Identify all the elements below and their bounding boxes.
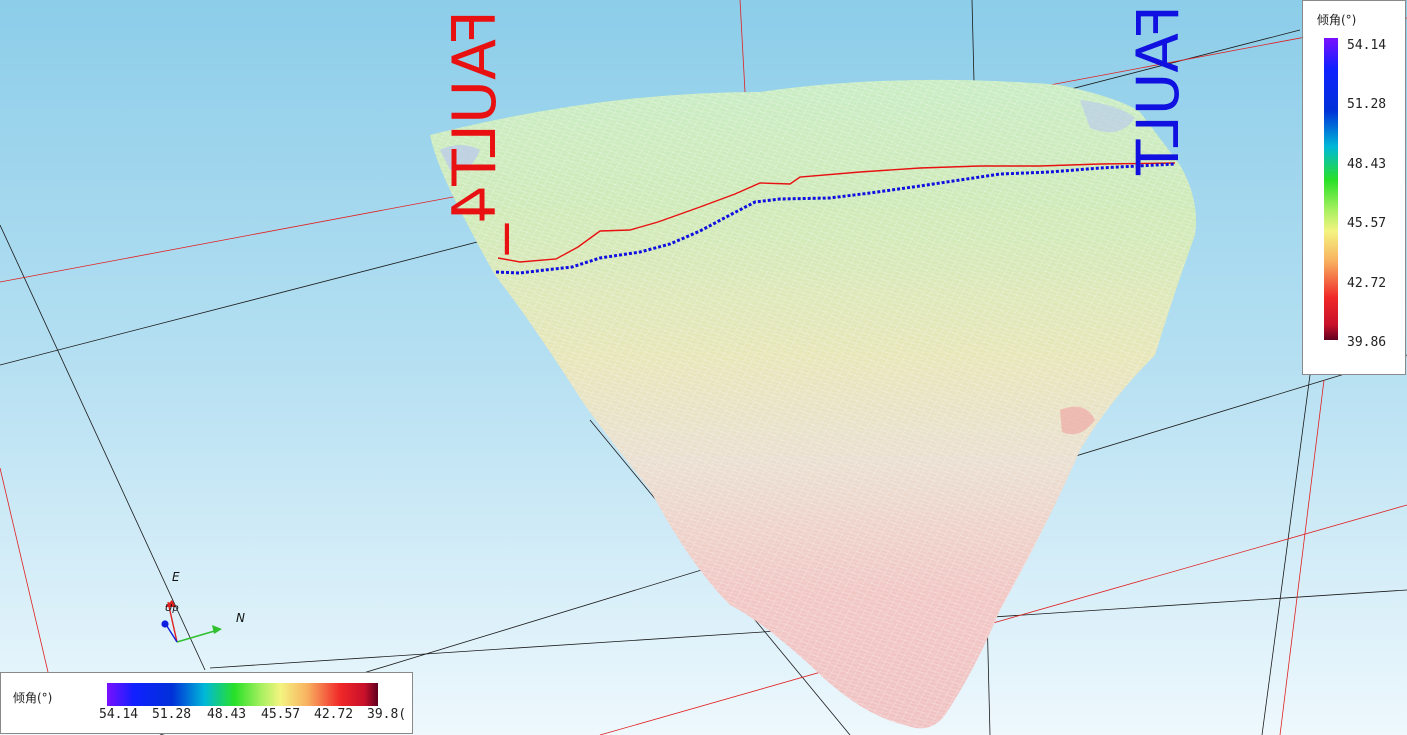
east-axis-label: E [172, 570, 180, 584]
legend-tick: 42.72 [1347, 276, 1387, 291]
legend-title: 倾角(°) [13, 691, 53, 705]
color-legend-vertical[interactable]: 倾角(°) 54.14 51.28 48.43 45.57 42.72 39.8… [1302, 0, 1406, 375]
legend-tick: 54.14 [1347, 38, 1387, 53]
legend-title: 倾角(°) [1317, 13, 1357, 27]
legend-tick: 45.57 [1347, 216, 1387, 231]
legend-tick: 48.43 [1347, 157, 1387, 172]
legend-tick: 39.86 [1347, 335, 1387, 350]
legend-tick: 45.57 [261, 707, 301, 722]
legend-tick: 51.28 [152, 707, 192, 722]
fault-surface[interactable] [430, 79, 1196, 729]
color-bar [1324, 38, 1338, 340]
color-bar [107, 683, 378, 706]
legend-tick: 51.28 [1347, 97, 1387, 112]
north-axis-label: N [236, 611, 245, 625]
legend-tick: 39.8( [367, 707, 407, 722]
fault-label-blue: FAULT [1124, 5, 1192, 175]
legend-tick: 48.43 [207, 707, 247, 722]
legend-tick: 42.72 [314, 707, 354, 722]
fault-label-red: FAULT4_ [440, 10, 510, 255]
color-legend-horizontal[interactable]: 倾角(°) 54.14 51.28 48.43 45.57 42.72 39.8… [0, 672, 413, 734]
legend-tick: 54.14 [99, 707, 139, 722]
3d-viewport[interactable]: FAULT4_ FAULT E N Up [0, 0, 1407, 735]
orientation-gizmo[interactable]: E N Up [161, 570, 245, 643]
up-axis-label: Up [165, 603, 179, 614]
scene-svg[interactable]: FAULT4_ FAULT E N Up [0, 0, 1407, 735]
